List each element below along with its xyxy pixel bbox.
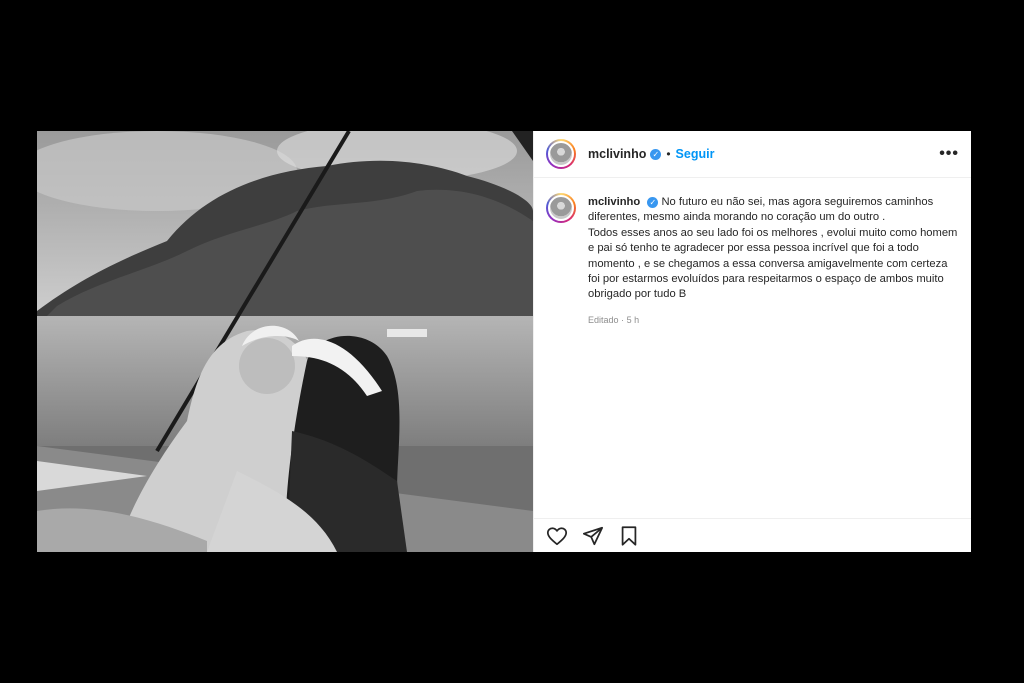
time-separator: · (621, 314, 625, 325)
bookmark-icon[interactable] (618, 525, 640, 547)
post-meta: Editado · 5 h (588, 315, 959, 325)
heart-icon[interactable] (546, 525, 568, 547)
edited-label: Editado (588, 314, 619, 325)
caption-username[interactable]: mclivinho (588, 196, 640, 208)
post-sidebar: mclivinho ✓ • Seguir ••• mclivinho ✓ No … (533, 131, 971, 552)
post-photo[interactable] (37, 131, 533, 552)
action-bar (534, 518, 971, 552)
caption-avatar[interactable] (546, 193, 576, 223)
follow-button[interactable]: Seguir (676, 147, 715, 161)
caption-block: mclivinho ✓ No futuro eu não sei, mas ag… (534, 178, 971, 325)
caption-text: mclivinho ✓ No futuro eu não sei, mas ag… (588, 195, 959, 303)
send-icon[interactable] (582, 525, 604, 547)
time-ago[interactable]: 5 h (627, 315, 640, 325)
verified-badge-icon: ✓ (650, 148, 662, 160)
header-separator: • (666, 147, 671, 161)
photo-image (37, 131, 533, 552)
caption-verified-badge-icon: ✓ (647, 196, 659, 208)
caption-content: No futuro eu não sei, mas agora seguirem… (588, 196, 958, 301)
instagram-post: mclivinho ✓ • Seguir ••• mclivinho ✓ No … (37, 131, 971, 552)
more-options-icon[interactable]: ••• (939, 145, 959, 163)
username-link[interactable]: mclivinho (588, 147, 646, 161)
avatar[interactable] (546, 139, 576, 169)
caption-body: mclivinho ✓ No futuro eu não sei, mas ag… (588, 195, 959, 325)
post-header: mclivinho ✓ • Seguir ••• (534, 131, 971, 178)
